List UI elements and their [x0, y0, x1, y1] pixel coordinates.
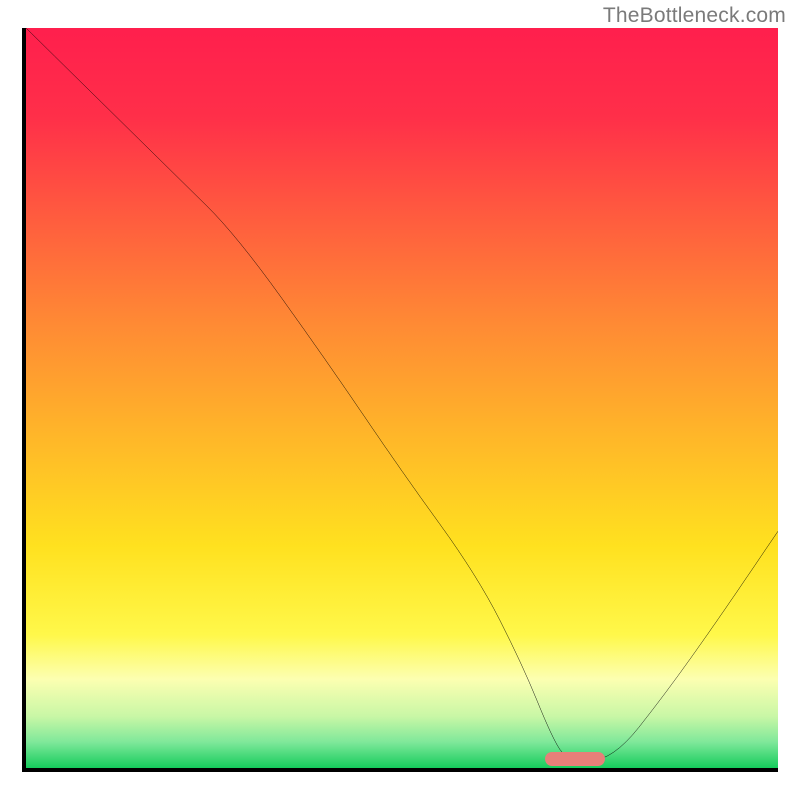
- optimal-marker: [545, 752, 605, 766]
- plot-area: [22, 28, 778, 772]
- bottleneck-curve: [26, 28, 778, 768]
- watermark-text: TheBottleneck.com: [603, 4, 786, 28]
- chart-frame: TheBottleneck.com: [0, 0, 800, 800]
